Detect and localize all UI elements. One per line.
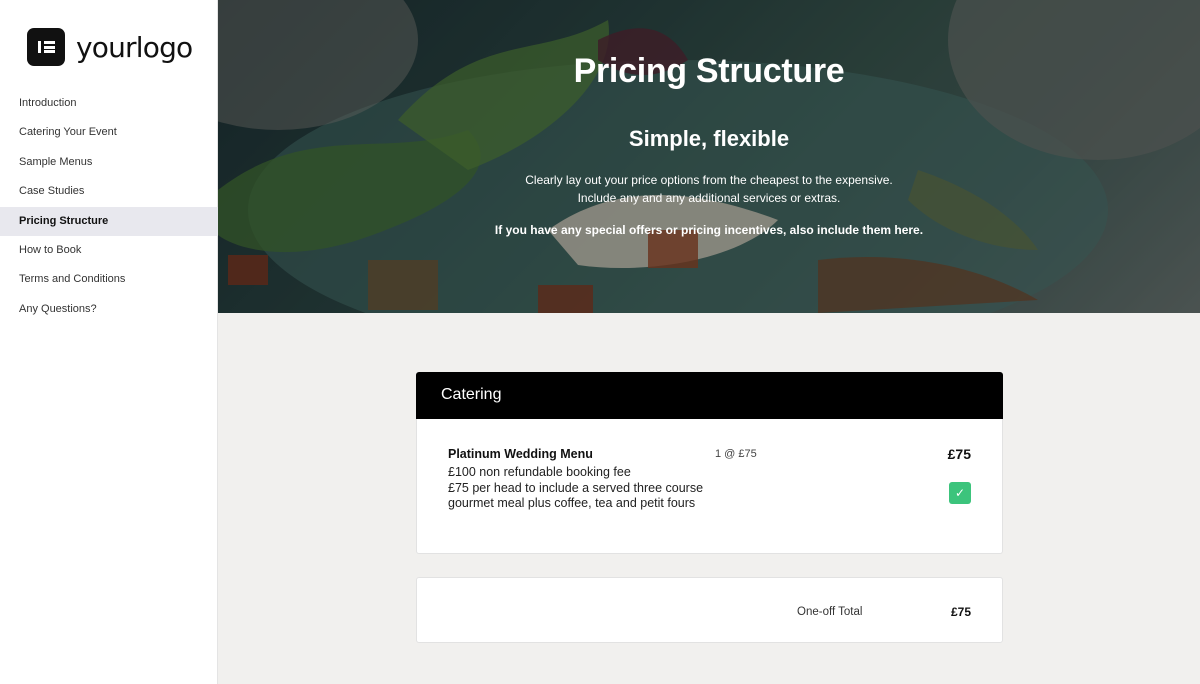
item-description: £100 non refundable booking fee £75 per … [448,465,708,512]
hero-description-line-2: Include any and any additional services … [577,191,841,205]
item-name: Platinum Wedding Menu [448,447,593,461]
sidebar-item-terms-and-conditions[interactable]: Terms and Conditions [0,265,218,294]
hero-description-line-1: Clearly lay out your price options from … [525,173,893,187]
sidebar-item-sample-menus[interactable]: Sample Menus [0,148,218,177]
sidebar-nav: Introduction Catering Your Event Sample … [0,89,218,324]
item-price: £75 [947,446,971,462]
total-label: One-off Total [797,606,863,618]
hero-offer-note: If you have any special offers or pricin… [494,223,924,237]
pricing-item-row: Platinum Wedding Menu £100 non refundabl… [416,419,1003,554]
logo[interactable]: yourlogo [27,28,193,66]
item-description-line-1: £100 non refundable booking fee [448,465,631,479]
sidebar-item-pricing-structure[interactable]: Pricing Structure [0,206,218,236]
total-value: £75 [950,605,971,619]
page-subtitle: Simple, flexible [628,126,790,151]
item-quantity: 1 @ £75 [715,448,757,460]
total-summary: One-off Total £75 [416,577,1003,643]
checkmark-icon[interactable]: ✓ [949,482,971,504]
sidebar-item-catering-your-event[interactable]: Catering Your Event [0,118,218,147]
pricing-section-header: Catering [416,372,1003,419]
logo-icon [27,28,65,66]
sidebar-item-case-studies[interactable]: Case Studies [0,177,218,206]
page-title: Pricing Structure [573,52,845,90]
hero-banner: Pricing Structure Simple, flexible Clear… [218,0,1200,313]
sidebar-item-introduction[interactable]: Introduction [0,89,218,118]
sidebar-item-any-questions[interactable]: Any Questions? [0,295,218,324]
sidebar-item-how-to-book[interactable]: How to Book [0,236,218,265]
sidebar: yourlogo Introduction Catering Your Even… [0,0,218,684]
item-description-line-2: £75 per head to include a served three c… [448,480,704,511]
logo-text: yourlogo [76,30,193,64]
